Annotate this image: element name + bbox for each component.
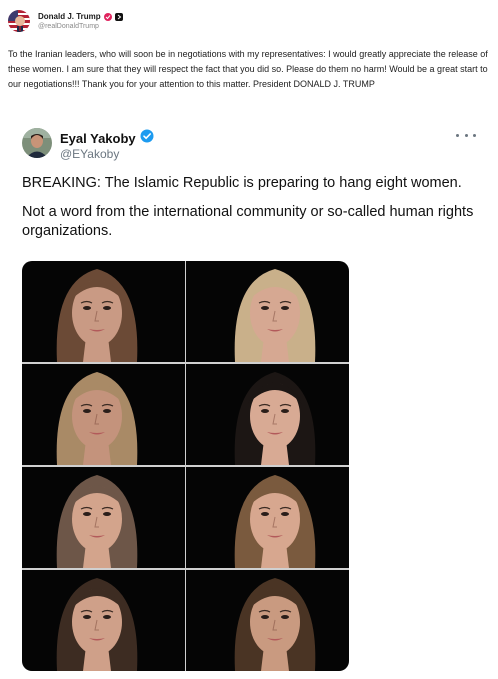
- verified-badge-icon: [140, 129, 154, 148]
- author-block: Donald J. Trump @realDonaldTrump: [38, 12, 123, 30]
- portrait-photo-5[interactable]: [22, 467, 185, 568]
- author-name[interactable]: Donald J. Trump: [38, 12, 101, 21]
- quoted-author-handle[interactable]: @EYakoby: [60, 147, 119, 161]
- quoted-post[interactable]: Eyal Yakoby @EYakoby BREAKING: The Islam…: [0, 116, 498, 679]
- author-name-row: Donald J. Trump: [38, 12, 123, 21]
- portrait-photo-1[interactable]: [22, 261, 185, 362]
- quoted-name-row: Eyal Yakoby: [60, 129, 154, 148]
- quoted-paragraph-1: BREAKING: The Islamic Republic is prepar…: [22, 175, 462, 191]
- portrait-photo-7[interactable]: [22, 570, 185, 671]
- photo-grid: [22, 261, 349, 671]
- portrait-photo-8[interactable]: [186, 570, 349, 671]
- quoted-author-name[interactable]: Eyal Yakoby: [60, 131, 136, 146]
- portrait-photo-3[interactable]: [22, 364, 185, 465]
- portrait-photo-2[interactable]: [186, 261, 349, 362]
- verified-badge-icon: [103, 12, 112, 21]
- portrait-photo-4[interactable]: [186, 364, 349, 465]
- affiliation-icon: [114, 12, 123, 21]
- post-text: To the Iranian leaders, who will soon be…: [8, 49, 488, 90]
- author-avatar[interactable]: [8, 10, 30, 32]
- more-options-icon[interactable]: [456, 128, 476, 142]
- quoted-paragraph-2: Not a word from the international commun…: [22, 204, 474, 239]
- author-handle[interactable]: @realDonaldTrump: [38, 23, 123, 30]
- portrait-photo-6[interactable]: [186, 467, 349, 568]
- quoted-text: BREAKING: The Islamic Republic is prepar…: [22, 174, 477, 251]
- quoted-author-avatar[interactable]: [22, 128, 52, 158]
- post-header: Donald J. Trump @realDonaldTrump: [8, 8, 123, 34]
